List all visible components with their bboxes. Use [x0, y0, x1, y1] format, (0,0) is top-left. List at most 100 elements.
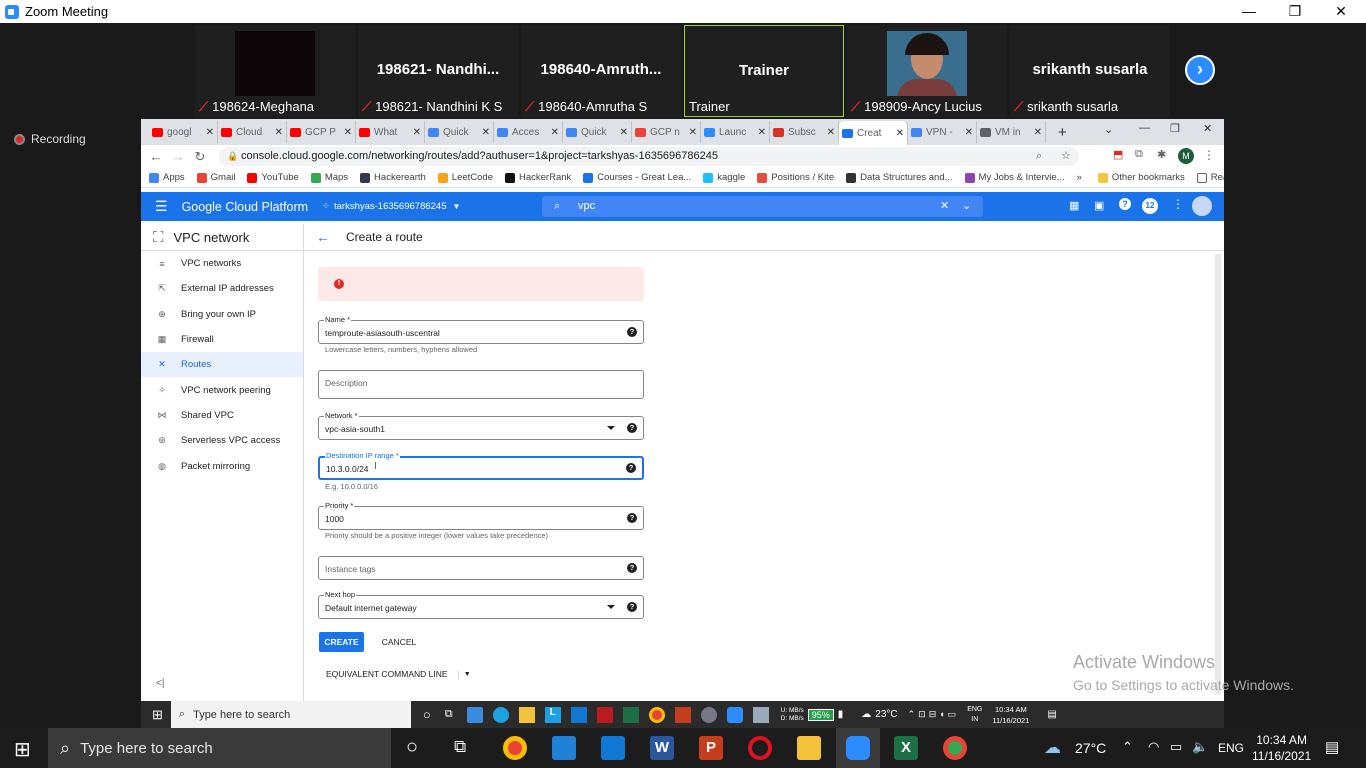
browser-tab-active[interactable]: Creat ✕: [839, 121, 908, 145]
help-icon[interactable]: ?: [627, 513, 637, 523]
windows-start-icon[interactable]: ⊞: [152, 707, 163, 723]
search-input[interactable]: ⌕ vpc ✕ ⌄: [542, 196, 983, 217]
help-icon[interactable]: ?: [627, 327, 637, 337]
weather-cloud-icon[interactable]: ☁: [1044, 738, 1061, 758]
windows-start-icon[interactable]: ⊞: [14, 737, 31, 762]
taskbar-search-input[interactable]: ⌕ Type here to search: [170, 701, 411, 728]
mail-icon[interactable]: [601, 736, 625, 760]
zoom-icon[interactable]: [726, 706, 743, 723]
task-view-icon[interactable]: ⧉: [445, 708, 453, 721]
powerpoint-icon[interactable]: [674, 706, 691, 723]
browser-tab[interactable]: What ✕: [356, 121, 425, 143]
taskbar-search-input[interactable]: ⌕ Type here to search: [48, 728, 391, 768]
project-selector[interactable]: ⁘ tarkshyas-1635696786245 ▼: [322, 201, 460, 212]
close-tab-icon[interactable]: ✕: [1034, 127, 1042, 138]
profile-avatar[interactable]: M: [1178, 148, 1194, 164]
close-tab-icon[interactable]: ✕: [482, 127, 490, 138]
help-icon[interactable]: ?: [626, 463, 636, 473]
sidebar-item-serverless-vpc[interactable]: ⊛ Serverless VPC access: [141, 428, 303, 453]
account-avatar[interactable]: [1192, 196, 1212, 216]
reading-list[interactable]: Reading list: [1196, 172, 1224, 183]
file-explorer-icon[interactable]: [518, 706, 535, 723]
browser-tab[interactable]: VPN - ✕: [908, 121, 977, 143]
bookmark[interactable]: Hackerearth: [360, 172, 426, 183]
help-icon[interactable]: ?: [1119, 198, 1131, 210]
powerpoint-icon[interactable]: P: [699, 736, 723, 760]
other-bookmarks[interactable]: Other bookmarks: [1097, 172, 1185, 183]
bookmark[interactable]: Data Structures and...: [846, 172, 953, 183]
sidebar-item-routes[interactable]: ✕ Routes: [141, 352, 303, 378]
browser-tab[interactable]: GCP P ✕: [287, 121, 356, 143]
opera-icon[interactable]: [748, 736, 772, 760]
browser-tab[interactable]: Quick ✕: [425, 121, 494, 143]
bookmark[interactable]: HackerRank: [505, 172, 571, 183]
language-indicator[interactable]: ENG: [1218, 741, 1244, 755]
reload-icon[interactable]: ↻: [189, 149, 211, 165]
back-arrow-icon[interactable]: ←: [316, 229, 330, 245]
chevron-down-icon[interactable]: ⌄: [962, 196, 971, 217]
browser-tab[interactable]: GCP n ✕: [632, 121, 701, 143]
chrome-icon[interactable]: [648, 706, 665, 723]
bookmark[interactable]: Maps: [310, 172, 348, 183]
close-tab-icon[interactable]: ✕: [965, 127, 973, 138]
bookmark[interactable]: Courses - Great Lea...: [583, 172, 691, 183]
help-icon[interactable]: ?: [627, 602, 637, 612]
sidebar-item-external-ip[interactable]: ⇱ External IP addresses: [141, 276, 303, 301]
participant-tile-active-speaker[interactable]: Trainer Trainer: [684, 25, 844, 117]
participant-tile[interactable]: ⟋ 198909-Ancy Lucius: [847, 25, 1007, 117]
more-vert-icon[interactable]: ⋮: [1172, 197, 1184, 211]
browser-tab[interactable]: Cloud ✕: [218, 121, 287, 143]
priority-field[interactable]: Priority * 1000 ?: [318, 501, 644, 530]
close-button[interactable]: ✕: [1318, 0, 1364, 23]
lync-icon[interactable]: L: [544, 706, 561, 723]
app-icon[interactable]: [752, 706, 769, 723]
participant-tile[interactable]: srikanth susarla ⟋ srikanth susarla: [1010, 25, 1170, 117]
clear-search-icon[interactable]: ✕: [940, 196, 949, 217]
equivalent-command-line-button[interactable]: EQUIVALENT COMMAND LINE | ▼: [326, 669, 471, 679]
close-tab-icon[interactable]: ✕: [620, 127, 628, 138]
more-bookmarks-chevron-icon[interactable]: »: [1077, 172, 1082, 183]
hamburger-menu-icon[interactable]: ☰: [155, 198, 168, 215]
browser-tab[interactable]: Subsc ✕: [770, 121, 839, 143]
bookmark[interactable]: LeetCode: [437, 172, 493, 183]
participant-tile[interactable]: 198640-Amruth... ⟋ 198640-Amrutha S: [521, 25, 681, 117]
close-tab-icon[interactable]: ✕: [827, 127, 835, 138]
browser-tab[interactable]: googl ✕: [149, 121, 218, 143]
browser-tab[interactable]: Acces ✕: [494, 121, 563, 143]
close-tab-icon[interactable]: ✕: [689, 127, 697, 138]
sidebar-item-byoip[interactable]: ⊕ Bring your own IP: [141, 302, 303, 327]
destination-ip-range-field[interactable]: Destination IP range * 10.3.0.0/24 I ?: [318, 451, 644, 480]
cortana-icon[interactable]: ○: [406, 736, 418, 759]
network-select[interactable]: Network * vpc-asia-south1 ?: [318, 411, 644, 440]
new-tab-icon[interactable]: +: [1058, 124, 1067, 141]
browser-menu-icon[interactable]: ⋮: [1203, 148, 1215, 162]
excel-icon[interactable]: [622, 706, 639, 723]
notification-icon[interactable]: ▤: [1047, 709, 1056, 720]
browser-close-icon[interactable]: ✕: [1203, 122, 1212, 135]
mcafee-icon[interactable]: [596, 706, 613, 723]
volume-icon[interactable]: 🔈: [1192, 739, 1208, 755]
bookmark[interactable]: kaggle: [703, 172, 745, 183]
excel-icon[interactable]: X: [894, 736, 918, 760]
notifications-badge[interactable]: 12: [1142, 198, 1158, 214]
url-field[interactable]: 🔒 console.cloud.google.com/networking/ro…: [219, 147, 1079, 166]
wifi-icon[interactable]: ◠: [1148, 739, 1159, 755]
cloud-shell-icon[interactable]: ▣: [1094, 199, 1104, 212]
clock[interactable]: 10:34 AM 11/16/2021: [992, 704, 1029, 726]
bookmark[interactable]: Positions / Kite: [757, 172, 834, 183]
browser-minimize-icon[interactable]: —: [1139, 122, 1150, 134]
forward-arrow-icon[interactable]: →: [167, 149, 189, 164]
close-tab-icon[interactable]: ✕: [758, 127, 766, 138]
star-icon[interactable]: ☆: [1061, 147, 1071, 166]
chrome-icon[interactable]: [503, 736, 527, 760]
store-icon[interactable]: [466, 706, 483, 723]
maximize-button[interactable]: ❐: [1272, 0, 1318, 23]
file-explorer-icon[interactable]: [797, 736, 821, 760]
tab-search-chevron-icon[interactable]: ⌄: [1104, 123, 1113, 136]
store-icon[interactable]: [552, 736, 576, 760]
word-icon[interactable]: W: [650, 736, 674, 760]
sidebar-item-shared-vpc[interactable]: ⋈ Shared VPC: [141, 403, 303, 428]
mail-icon[interactable]: [570, 706, 587, 723]
close-tab-icon[interactable]: ✕: [344, 127, 352, 138]
next-hop-select[interactable]: Next hop Default internet gateway ?: [318, 590, 644, 619]
